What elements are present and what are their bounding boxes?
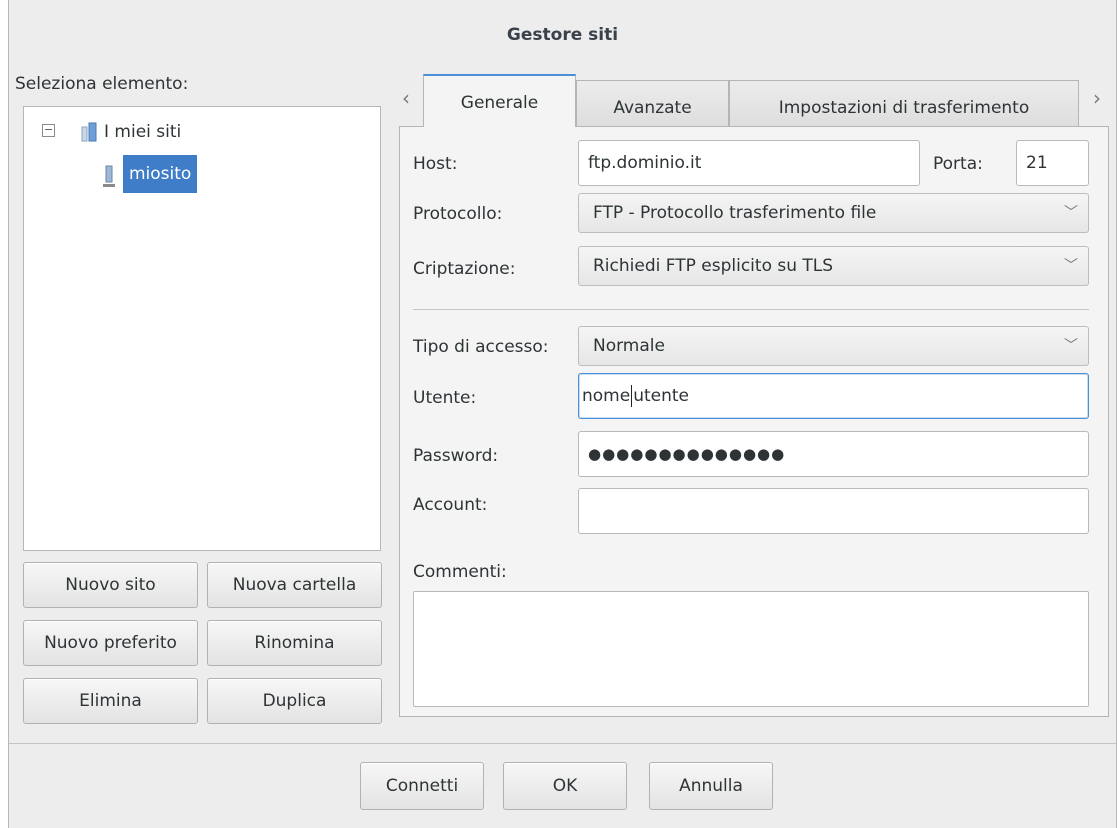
protocol-select[interactable]: FTP - Protocollo trasferimento file ﹀ — [578, 193, 1089, 233]
port-input[interactable]: 21 — [1016, 140, 1089, 186]
host-input[interactable]: ftp.dominio.it — [578, 140, 920, 186]
tree-site-item[interactable]: miosito — [123, 155, 198, 193]
server-icon — [103, 165, 115, 187]
account-label: Account: — [413, 495, 488, 515]
collapse-toggle-icon[interactable]: − — [42, 124, 55, 137]
cancel-button[interactable]: Annulla — [649, 762, 773, 810]
window-title: Gestore siti — [506, 25, 619, 45]
protocol-value: FTP - Protocollo trasferimento file — [593, 203, 877, 223]
site-tree[interactable]: − I miei siti miosito — [23, 106, 381, 551]
user-input[interactable]: nome utente — [578, 373, 1089, 419]
chevron-down-icon: ﹀ — [1064, 338, 1078, 354]
tab-scroll-left-icon[interactable]: ‹ — [402, 86, 410, 110]
separator — [413, 309, 1089, 310]
site-manager-dialog: Gestore siti Seleziona elemento: − I mie… — [8, 0, 1117, 828]
password-input[interactable]: ●●●●●●●●●●●●●● — [578, 431, 1089, 477]
comments-label: Commenti: — [413, 562, 507, 582]
password-label: Password: — [413, 446, 499, 466]
logon-type-label: Tipo di accesso: — [413, 337, 549, 357]
tab-general[interactable]: Generale — [423, 74, 576, 127]
tree-folder-my-sites[interactable]: I miei siti — [104, 122, 181, 142]
folder-icon — [81, 122, 97, 142]
ok-button[interactable]: OK — [503, 762, 627, 810]
delete-button[interactable]: Elimina — [23, 678, 198, 724]
user-value-part: nome — [582, 386, 631, 406]
new-bookmark-button[interactable]: Nuovo preferito — [23, 620, 198, 666]
new-site-button[interactable]: Nuovo sito — [23, 562, 198, 608]
rename-button[interactable]: Rinomina — [207, 620, 382, 666]
account-input[interactable] — [578, 488, 1089, 534]
chevron-down-icon: ﹀ — [1064, 258, 1078, 274]
port-label: Porta: — [933, 154, 983, 174]
logon-type-select[interactable]: Normale ﹀ — [578, 326, 1089, 366]
protocol-label: Protocollo: — [413, 204, 503, 224]
new-folder-button[interactable]: Nuova cartella — [207, 562, 382, 608]
connect-button[interactable]: Connetti — [360, 762, 484, 810]
select-entry-label: Seleziona elemento: — [15, 74, 189, 94]
duplicate-button[interactable]: Duplica — [207, 678, 382, 724]
logon-type-value: Normale — [593, 336, 665, 356]
footer-separator — [9, 743, 1116, 744]
user-value-part: utente — [633, 386, 690, 406]
user-label: Utente: — [413, 388, 477, 408]
encryption-value: Richiedi FTP esplicito su TLS — [593, 256, 834, 276]
comments-textarea[interactable] — [413, 591, 1089, 707]
chevron-down-icon: ﹀ — [1064, 205, 1078, 221]
tab-scroll-right-icon[interactable]: › — [1093, 86, 1101, 110]
encryption-select[interactable]: Richiedi FTP esplicito su TLS ﹀ — [578, 246, 1089, 286]
encryption-label: Criptazione: — [413, 259, 516, 279]
tab-advanced[interactable]: Avanzate — [576, 80, 729, 132]
host-label: Host: — [413, 154, 458, 174]
tab-transfer-settings[interactable]: Impostazioni di trasferimento — [729, 80, 1079, 132]
